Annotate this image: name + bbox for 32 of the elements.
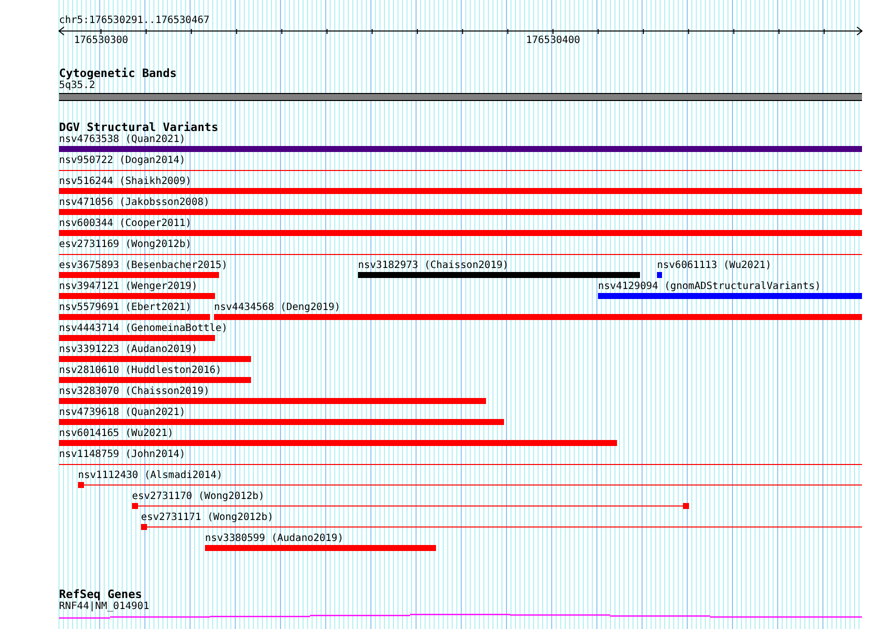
band-label: 5q35.2 [59, 80, 96, 92]
track-title: RefSeq Genes [59, 588, 142, 601]
variant-label: nsv516244 (Shaikh2009) [59, 176, 192, 188]
variant-label: nsv4739618 (Quan2021) [59, 407, 186, 419]
track-title: Cytogenetic Bands [59, 67, 177, 80]
variant-label: nsv3947121 (Wenger2019) [59, 281, 198, 293]
variant-label: nsv2810610 (Huddleston2016) [59, 365, 222, 377]
variant-label: nsv471056 (Jakobsson2008) [59, 197, 210, 209]
variant-label: nsv3380599 (Audano2019) [205, 533, 344, 545]
track-title: DGV Structural Variants [59, 121, 218, 134]
variant-label: nsv1112430 (Alsmadi2014) [78, 470, 222, 482]
variant-label: esv3675893 (Besenbacher2015) [59, 260, 228, 272]
variant-label: nsv3391223 (Audano2019) [59, 344, 198, 356]
variant-label: esv2731171 (Wong2012b) [141, 512, 274, 524]
variant-label: nsv6014165 (Wu2021) [59, 428, 174, 440]
variant-label: nsv5579691 (Ebert2021) [59, 302, 192, 314]
variant-label: nsv4129094 (gnomADStructuralVariants) [598, 281, 821, 293]
variant-label: nsv4763538 (Quan2021) [59, 134, 186, 146]
variant-label: esv2731169 (Wong2012b) [59, 239, 192, 251]
variant-label: esv2731170 (Wong2012b) [132, 491, 264, 503]
tick-label: 176530300 [74, 35, 128, 47]
variant-label: nsv3283070 (Chaisson2019) [59, 386, 210, 398]
variant-label: nsv950722 (Dogan2014) [59, 155, 186, 167]
variant-label: nsv6061113 (Wu2021) [657, 260, 772, 272]
location-label: chr5:176530291..176530467 [59, 15, 210, 27]
variant-label: nsv4443714 (GenomeinaBottle) [59, 323, 228, 335]
variant-label: nsv3182973 (Chaisson2019) [358, 260, 509, 272]
variant-label: nsv600344 (Cooper2011) [59, 218, 192, 230]
tick-label: 176530400 [526, 35, 580, 47]
gene-label: RNF44|NM_014901 [59, 601, 150, 613]
variant-label: nsv1148759 (John2014) [59, 449, 186, 461]
variant-label: nsv4434568 (Deng2019) [214, 302, 340, 314]
